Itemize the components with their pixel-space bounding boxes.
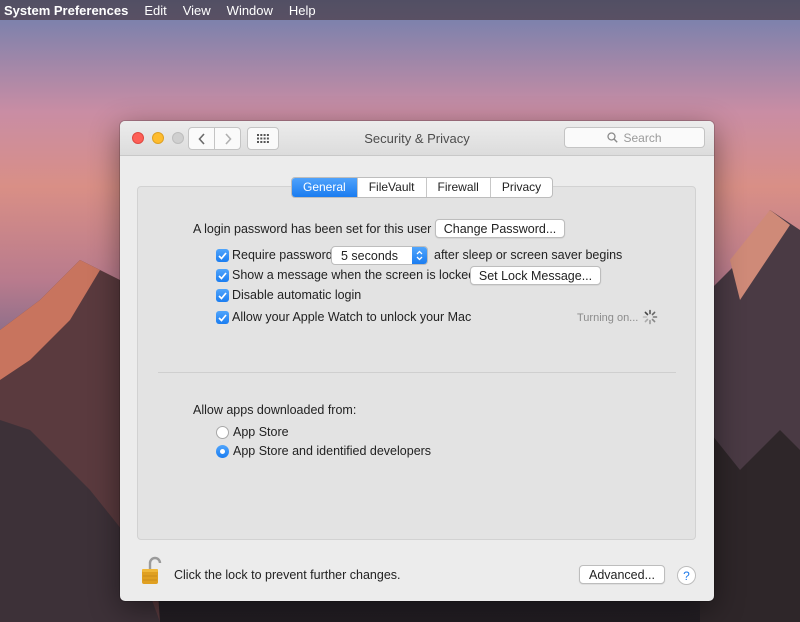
checkmark-icon <box>218 251 227 260</box>
show-message-checkbox[interactable] <box>216 269 229 282</box>
require-password-label: Require password <box>232 248 333 262</box>
tab-general[interactable]: General <box>292 178 357 197</box>
app-store-label: App Store <box>233 425 289 439</box>
password-delay-value: 5 seconds <box>341 248 398 263</box>
after-sleep-text: after sleep or screen saver begins <box>434 248 623 262</box>
menu-help[interactable]: Help <box>289 3 316 18</box>
help-icon: ? <box>683 568 690 583</box>
search-placeholder: Search <box>623 130 662 145</box>
require-password-checkbox[interactable] <box>216 249 229 262</box>
chevron-updown-icon <box>412 247 427 264</box>
identified-developers-radio[interactable] <box>216 445 229 458</box>
checkmark-icon <box>218 291 227 300</box>
tab-bar: General FileVault Firewall Privacy <box>291 177 554 198</box>
padlock-open-icon[interactable] <box>141 556 163 586</box>
lock-text: Click the lock to prevent further change… <box>174 568 401 582</box>
change-password-button[interactable]: Change Password... <box>435 219 565 238</box>
help-button[interactable]: ? <box>677 566 696 585</box>
security-privacy-window: Security & Privacy Search General FileVa… <box>120 121 714 601</box>
tab-firewall[interactable]: Firewall <box>425 178 490 197</box>
tab-privacy[interactable]: Privacy <box>489 178 552 197</box>
checkmark-icon <box>218 313 227 322</box>
search-field[interactable]: Search <box>564 127 705 148</box>
disable-auto-login-checkbox[interactable] <box>216 289 229 302</box>
checkmark-icon <box>218 271 227 280</box>
menu-view[interactable]: View <box>183 3 211 18</box>
search-icon <box>607 132 619 143</box>
title-bar: Security & Privacy Search <box>120 121 714 156</box>
disable-auto-login-label: Disable automatic login <box>232 288 362 302</box>
turning-on-status: Turning on... <box>577 312 639 324</box>
section-divider <box>158 372 676 373</box>
apple-watch-checkbox[interactable] <box>216 311 229 324</box>
allow-apps-label: Allow apps downloaded from: <box>193 403 357 417</box>
menu-window[interactable]: Window <box>227 3 273 18</box>
apple-watch-label: Allow your Apple Watch to unlock your Ma… <box>232 310 472 324</box>
tab-filevault[interactable]: FileVault <box>356 178 426 197</box>
menu-bar: System Preferences Edit View Window Help <box>0 0 800 20</box>
spinner-icon <box>642 309 658 325</box>
set-lock-message-button[interactable]: Set Lock Message... <box>470 266 601 285</box>
general-pane <box>137 186 696 540</box>
password-delay-select[interactable]: 5 seconds <box>331 246 428 265</box>
menu-edit[interactable]: Edit <box>144 3 166 18</box>
identified-developers-label: App Store and identified developers <box>233 444 432 458</box>
advanced-button[interactable]: Advanced... <box>579 565 665 584</box>
login-password-text: A login password has been set for this u… <box>193 222 432 236</box>
menu-app-name[interactable]: System Preferences <box>4 3 128 18</box>
app-store-radio[interactable] <box>216 426 229 439</box>
show-message-label: Show a message when the screen is locked <box>232 268 476 282</box>
